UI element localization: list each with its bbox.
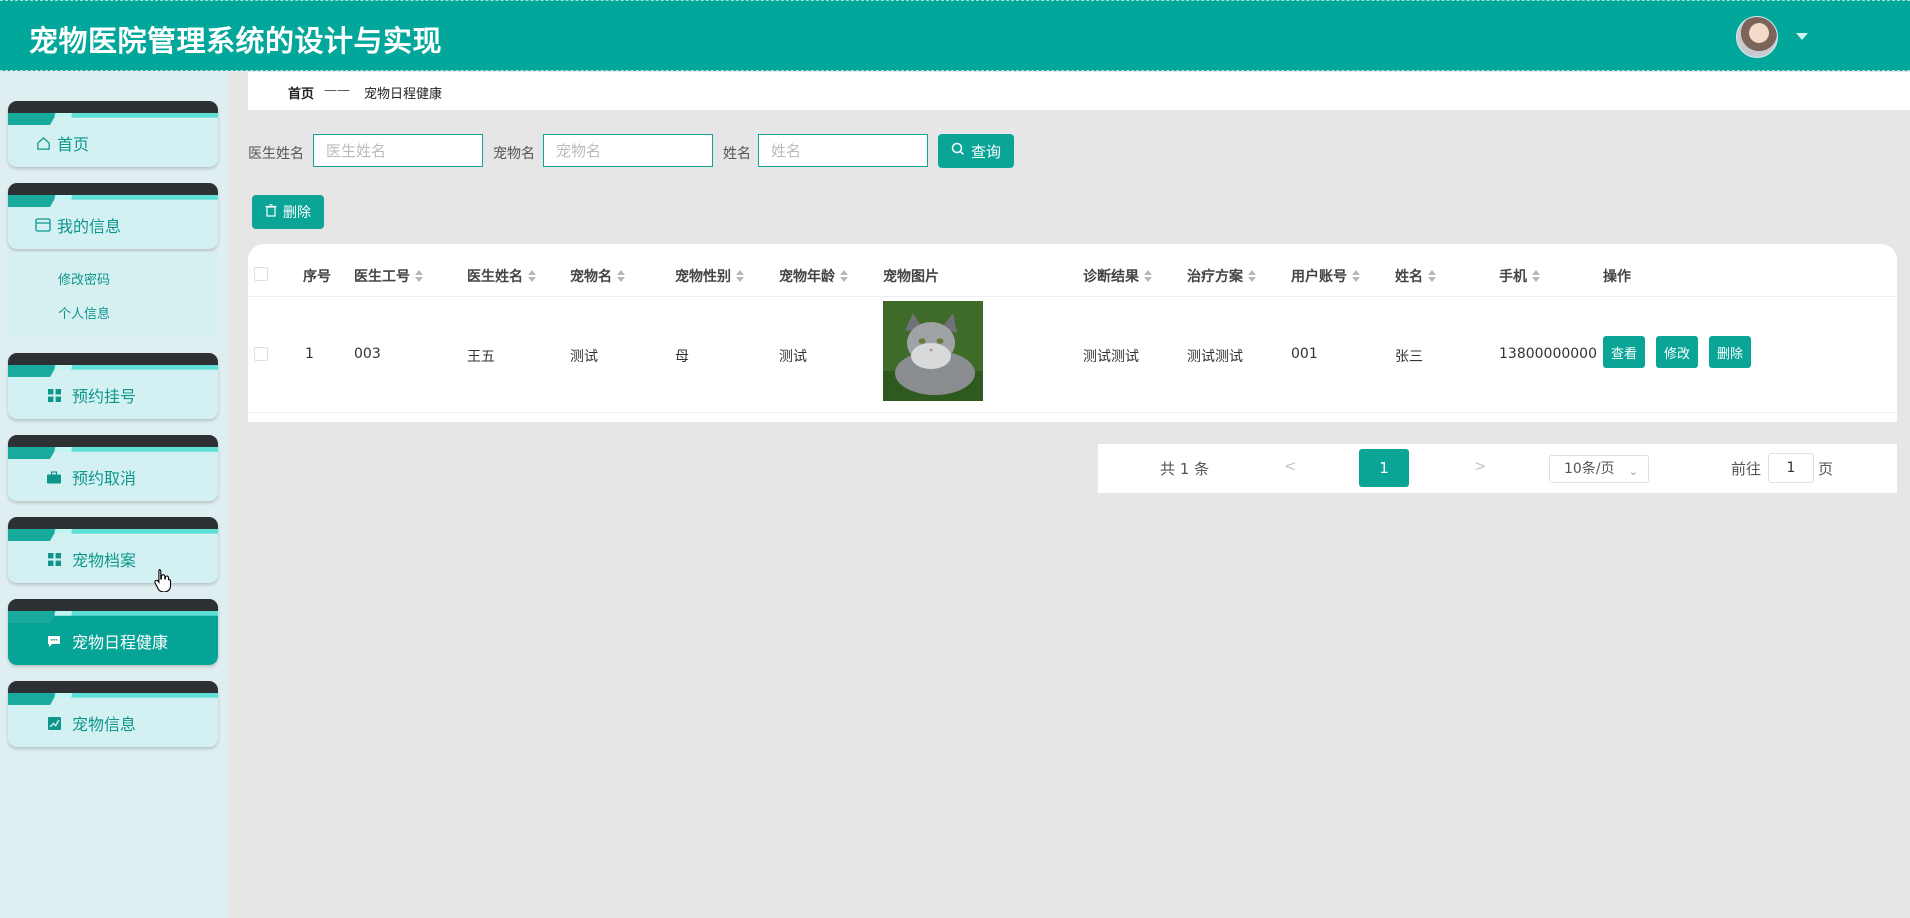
sidebar-item-label: 宠物日程健康: [72, 633, 169, 652]
col-header-user-account[interactable]: 用户账号: [1291, 266, 1360, 286]
home-icon: [35, 135, 51, 151]
chevron-down-icon: ⌄: [1628, 465, 1638, 478]
breadcrumb-separator: ——: [324, 83, 350, 98]
col-header-index: 序号: [303, 269, 331, 285]
submenu-personal-info[interactable]: 个人信息: [58, 303, 110, 322]
sort-icon: [1352, 270, 1360, 282]
sidebar-item-my-info[interactable]: 我的信息: [8, 183, 218, 249]
sort-icon: [415, 270, 423, 282]
col-header-name[interactable]: 姓名: [1395, 266, 1436, 286]
view-button[interactable]: 查看: [1603, 336, 1646, 368]
cell-pet-age: 测试: [779, 349, 807, 365]
col-header-pet-name[interactable]: 宠物名: [570, 266, 625, 286]
sidebar-item-cancel-appointment[interactable]: 预约取消: [8, 435, 218, 501]
sort-icon: [736, 270, 744, 282]
select-all-checkbox[interactable]: [254, 267, 268, 281]
delete-selected-button[interactable]: 删除: [252, 195, 324, 229]
pet-name-input[interactable]: [543, 134, 713, 167]
sort-icon: [1248, 270, 1256, 282]
trash-icon: [265, 203, 277, 221]
doctor-name-label: 医生姓名: [248, 146, 304, 162]
sort-icon: [840, 270, 848, 282]
col-header-treatment[interactable]: 治疗方案: [1187, 266, 1256, 286]
chart-icon: [46, 715, 62, 731]
pagination: 共 1 条 < 1 > 10条/页 ⌄ 前往 页: [1098, 444, 1897, 493]
cell-diagnosis: 测试测试: [1083, 349, 1139, 365]
cell-index: 1: [305, 346, 314, 362]
next-page-button[interactable]: >: [1474, 457, 1487, 475]
cell-doctor-id: 003: [354, 346, 381, 362]
app-title: 宠物医院管理系统的设计与实现: [29, 24, 443, 58]
top-header: 宠物医院管理系统的设计与实现: [0, 0, 1910, 71]
cell-name: 张三: [1395, 349, 1423, 365]
col-header-pet-sex[interactable]: 宠物性别: [675, 266, 744, 286]
submenu-change-password[interactable]: 修改密码: [58, 269, 110, 288]
col-header-actions: 操作: [1603, 269, 1631, 285]
row-checkbox[interactable]: [254, 347, 268, 361]
sidebar-item-label: 预约挂号: [72, 387, 137, 406]
cell-user-account: 001: [1291, 346, 1318, 362]
search-button[interactable]: 查询: [938, 134, 1014, 168]
goto-suffix: 页: [1818, 460, 1834, 478]
col-header-pet-age[interactable]: 宠物年龄: [779, 266, 848, 286]
sidebar-item-pet-info[interactable]: 宠物信息: [8, 681, 218, 747]
submenu-my-info: 修改密码 个人信息: [8, 252, 218, 336]
sidebar-item-appointment[interactable]: 预约挂号: [8, 353, 218, 419]
grid-icon: [46, 551, 62, 567]
cell-pet-name: 测试: [570, 349, 598, 365]
doctor-name-input[interactable]: [313, 134, 483, 167]
search-icon: [951, 142, 965, 160]
col-header-pet-image: 宠物图片: [883, 269, 939, 285]
sidebar-item-label: 我的信息: [57, 217, 122, 236]
hand-cursor-icon: [154, 568, 172, 596]
sort-icon: [1428, 270, 1436, 282]
sort-icon: [1532, 270, 1540, 282]
sort-icon: [528, 270, 536, 282]
sidebar-item-pet-records[interactable]: 宠物档案: [8, 517, 218, 583]
delete-row-button[interactable]: 删除: [1709, 336, 1752, 368]
cell-pet-sex: 母: [675, 349, 689, 365]
owner-name-label: 姓名: [723, 146, 751, 162]
edit-button[interactable]: 修改: [1656, 336, 1699, 368]
sort-icon: [617, 270, 625, 282]
pagination-total: 共 1 条: [1160, 460, 1210, 478]
page-size-select[interactable]: 10条/页 ⌄: [1549, 455, 1649, 483]
sidebar-item-pet-health-schedule[interactable]: 宠物日程健康: [8, 599, 218, 665]
goto-page-input[interactable]: [1768, 453, 1814, 483]
caret-down-icon[interactable]: [1796, 33, 1808, 40]
owner-name-input[interactable]: [758, 134, 928, 167]
sort-icon: [1144, 270, 1152, 282]
cell-phone: 13800000000: [1499, 346, 1597, 362]
breadcrumb-home[interactable]: 首页: [288, 83, 314, 102]
page-number-current[interactable]: 1: [1359, 449, 1409, 487]
col-header-doctor-id[interactable]: 医生工号: [354, 266, 423, 286]
sidebar-item-label: 预约取消: [72, 469, 137, 488]
sidebar-item-label: 首页: [57, 135, 90, 154]
goto-label: 前往: [1731, 460, 1762, 478]
sidebar-item-label: 宠物档案: [72, 551, 137, 570]
data-table: 序号 医生工号 医生姓名 宠物名 宠物性别 宠物年龄 宠物图片 诊断结果 治疗方…: [248, 244, 1897, 422]
pet-name-label: 宠物名: [493, 146, 535, 162]
sidebar-item-label: 宠物信息: [72, 715, 137, 734]
wallet-icon: [35, 217, 51, 233]
chat-icon: [46, 633, 62, 649]
col-header-phone[interactable]: 手机: [1499, 266, 1540, 286]
cell-treatment: 测试测试: [1187, 349, 1243, 365]
user-avatar[interactable]: [1736, 16, 1778, 58]
col-header-diagnosis[interactable]: 诊断结果: [1083, 266, 1152, 286]
breadcrumb: 首页 —— 宠物日程健康: [248, 72, 1910, 110]
sidebar-item-home[interactable]: 首页: [8, 101, 218, 167]
pet-photo: [883, 301, 983, 401]
col-header-doctor-name[interactable]: 医生姓名: [467, 266, 536, 286]
prev-page-button[interactable]: <: [1284, 457, 1297, 475]
cell-doctor-name: 王五: [467, 349, 495, 365]
breadcrumb-current: 宠物日程健康: [364, 87, 443, 102]
grid-icon: [46, 387, 62, 403]
briefcase-icon: [46, 469, 62, 485]
